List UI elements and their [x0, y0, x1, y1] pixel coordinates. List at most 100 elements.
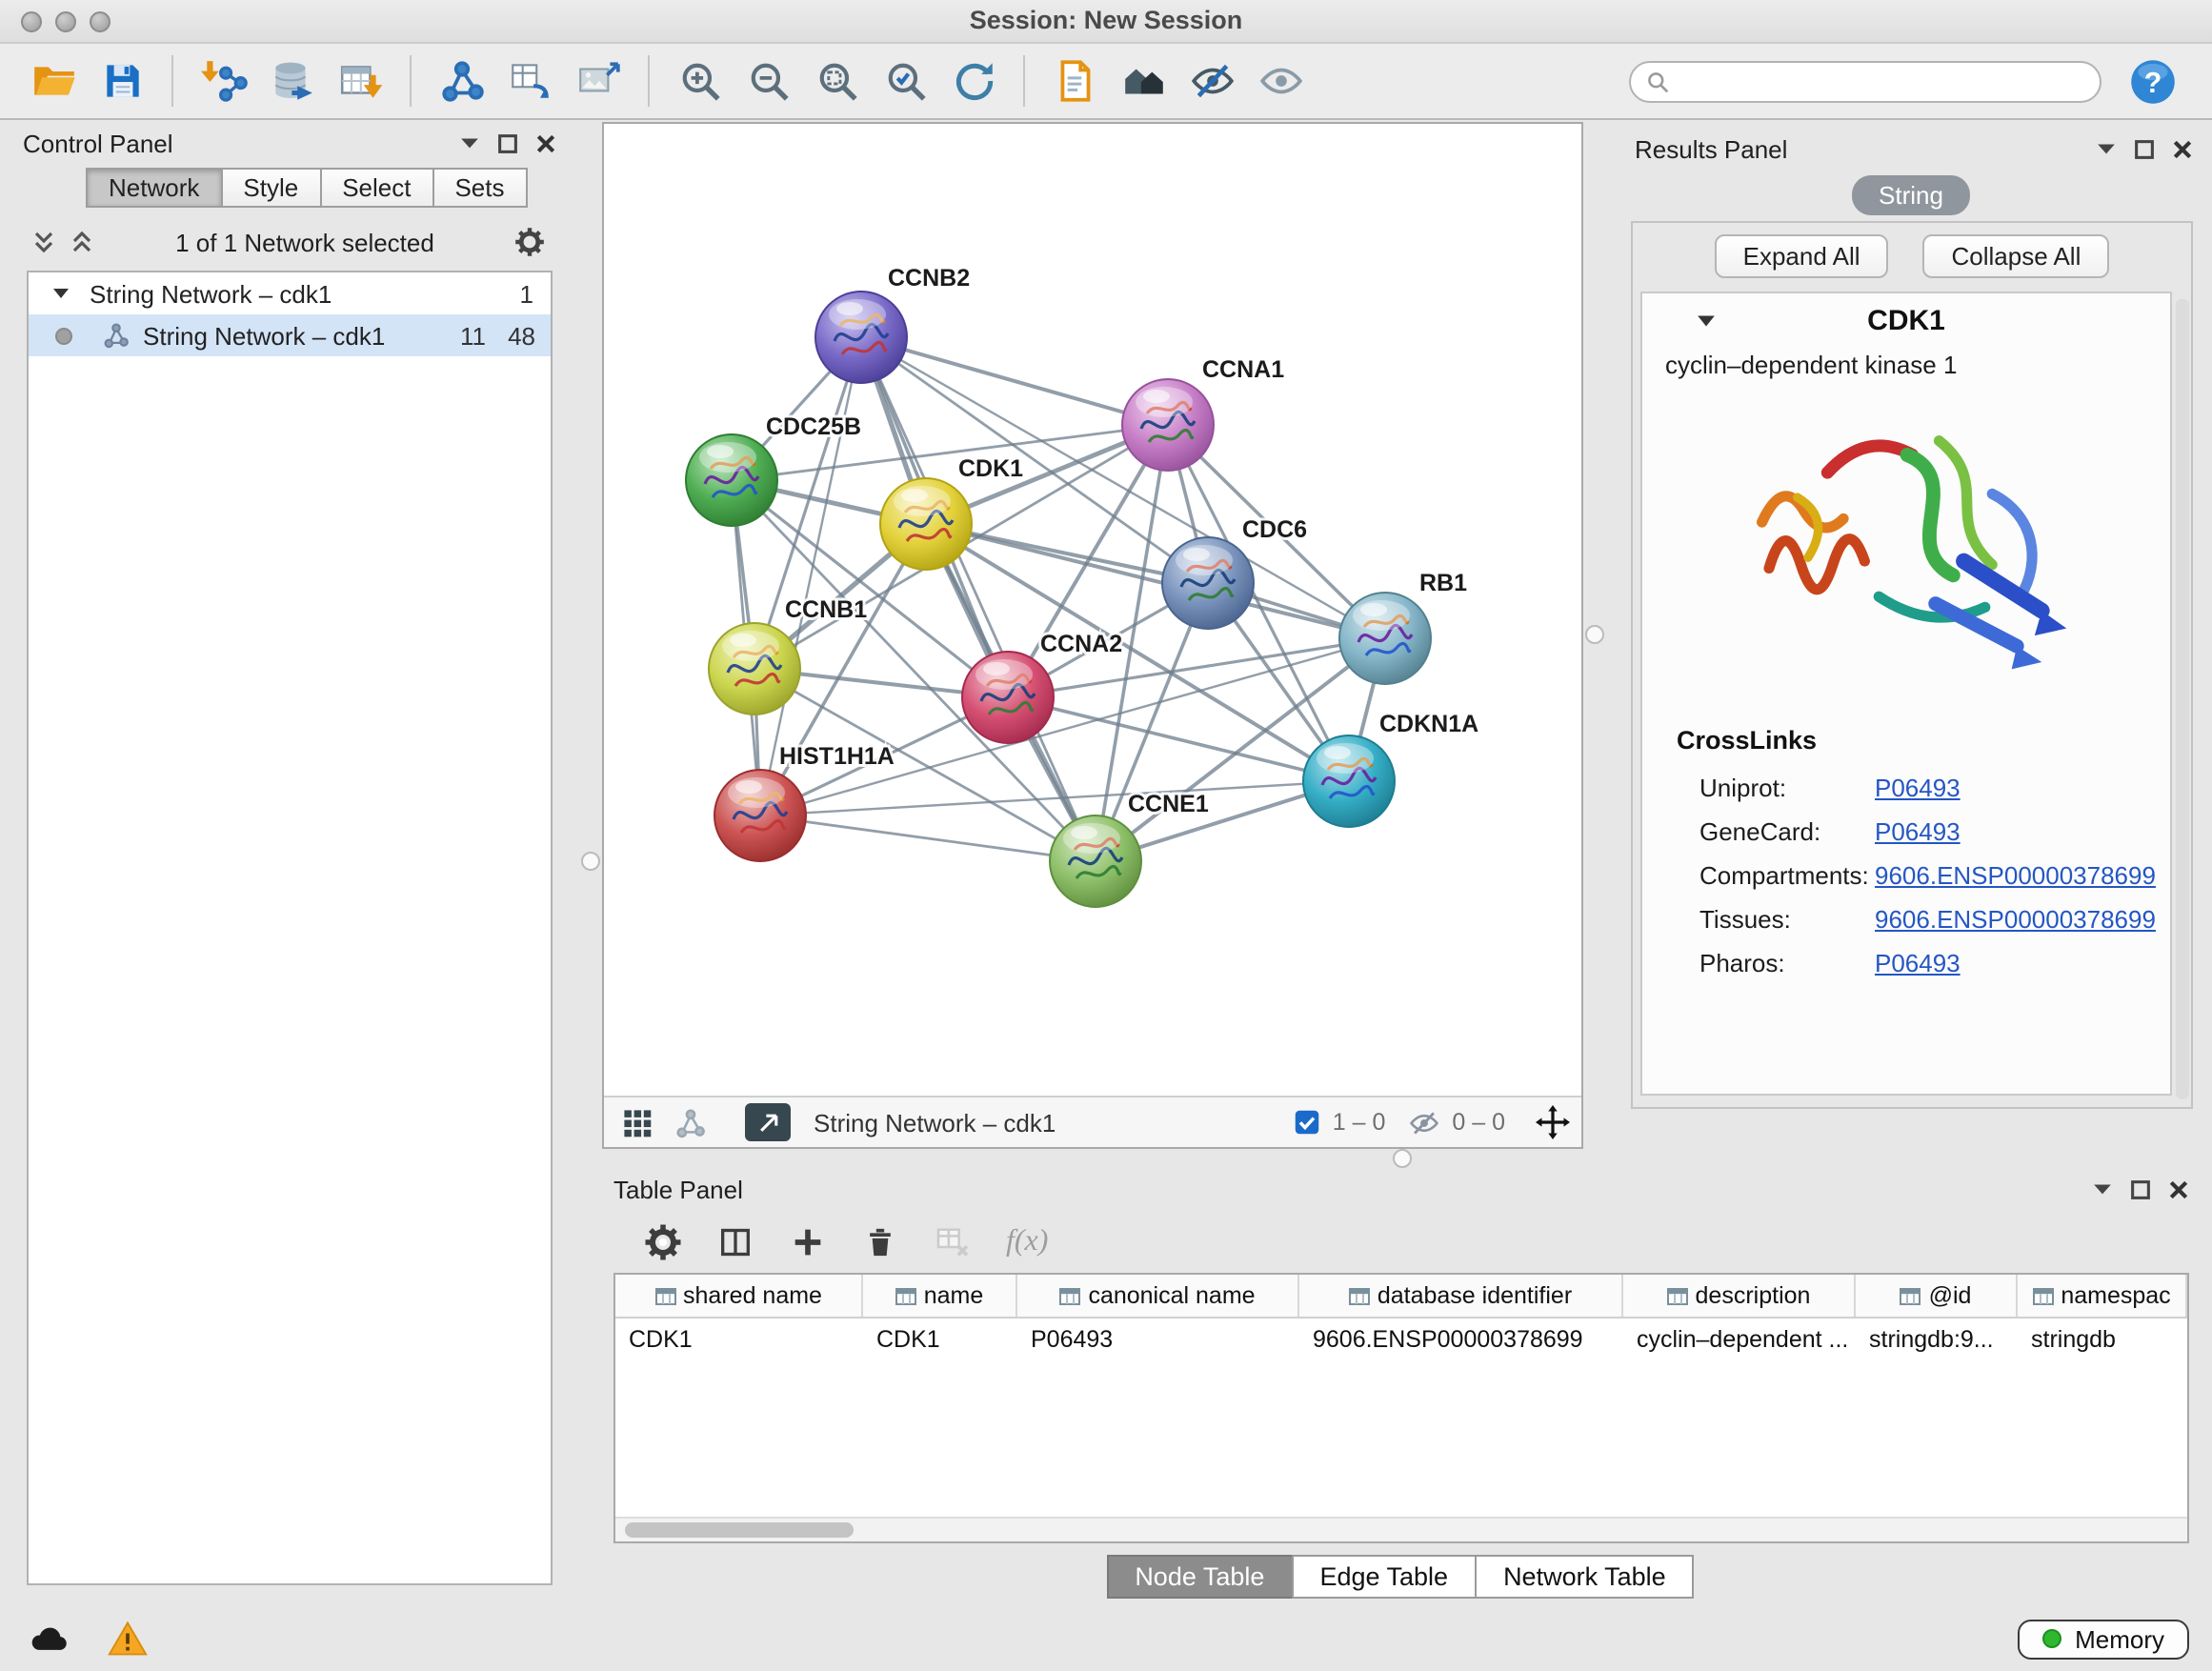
column-header--id[interactable]: @id — [1856, 1275, 2018, 1317]
network-graph[interactable]: CCNB2CCNA1CDC25BCDK1CDC6RB1CCNB1CCNA2CDK… — [604, 124, 1581, 1094]
node-CCNB2[interactable]: CCNB2 — [815, 265, 970, 383]
tab-edge-table[interactable]: Edge Table — [1291, 1555, 1477, 1599]
search-input[interactable] — [1680, 65, 2084, 97]
tab-node-table[interactable]: Node Table — [1106, 1555, 1293, 1599]
column-header-canonical-name[interactable]: canonical name — [1017, 1275, 1299, 1317]
delete-table-icon[interactable] — [934, 1223, 972, 1261]
expand-all-button[interactable]: Expand All — [1715, 234, 1889, 278]
node-HIST1H1A[interactable]: HIST1H1A — [714, 743, 895, 861]
cloud-status-button[interactable] — [23, 1616, 72, 1661]
column-header-shared-name[interactable]: shared name — [615, 1275, 863, 1317]
panel-close-icon[interactable] — [535, 132, 556, 153]
table-cell[interactable]: CDK1 — [615, 1319, 863, 1360]
tab-style[interactable]: Style — [220, 168, 321, 208]
panel-collapse-icon[interactable] — [2092, 1178, 2113, 1199]
node-CCNA1[interactable]: CCNA1 — [1122, 356, 1284, 471]
table-options-gear-icon[interactable] — [644, 1223, 682, 1261]
memory-button[interactable]: Memory — [2018, 1619, 2189, 1659]
results-tab-string[interactable]: String — [1852, 175, 1970, 215]
save-session-button[interactable] — [91, 50, 152, 111]
panel-float-icon[interactable] — [2130, 1178, 2151, 1199]
collapse-all-button[interactable]: Collapse All — [1923, 234, 2110, 278]
function-builder-button[interactable]: f(x) — [1006, 1225, 1048, 1259]
annotations-button[interactable] — [1044, 50, 1105, 111]
import-table-button[interactable] — [330, 50, 391, 111]
home-view-button[interactable] — [1113, 50, 1174, 111]
zoom-in-button[interactable] — [669, 50, 730, 111]
new-network-button[interactable] — [431, 50, 492, 111]
table-cell[interactable]: 9606.ENSP00000378699 — [1299, 1319, 1623, 1360]
column-header-description[interactable]: description — [1623, 1275, 1856, 1317]
hide-selected-button[interactable] — [1181, 50, 1242, 111]
refresh-view-button[interactable] — [943, 50, 1004, 111]
crosslink-link[interactable]: P06493 — [1875, 949, 1961, 977]
network-options-gear-icon[interactable] — [514, 227, 545, 257]
table-cell[interactable]: CDK1 — [863, 1319, 1017, 1360]
network-collection-row[interactable]: String Network – cdk1 1 — [29, 272, 551, 314]
table-row[interactable]: CDK1CDK1P064939606.ENSP00000378699cyclin… — [615, 1319, 2187, 1360]
add-column-icon[interactable] — [789, 1223, 827, 1261]
node-CCNB1[interactable]: CCNB1 — [709, 596, 867, 715]
results-scrollbar[interactable] — [2176, 299, 2189, 1099]
share-network-button[interactable] — [669, 1101, 711, 1143]
clone-network-button[interactable] — [499, 50, 560, 111]
node-CDKN1A[interactable]: CDKN1A — [1303, 711, 1478, 827]
gene-disclosure-icon[interactable] — [1696, 310, 1717, 331]
table-horizontal-scrollbar[interactable] — [615, 1517, 2187, 1541]
edge-CCNE1-HIST1H1A[interactable] — [760, 815, 1096, 861]
panel-float-icon[interactable] — [2134, 138, 2155, 159]
panel-collapse-icon[interactable] — [2096, 138, 2117, 159]
tab-select[interactable]: Select — [319, 168, 433, 208]
column-header-database-identifier[interactable]: database identifier — [1299, 1275, 1623, 1317]
open-in-new-window-button[interactable] — [745, 1103, 791, 1141]
node-RB1[interactable]: RB1 — [1339, 570, 1467, 684]
table-cell[interactable]: stringdb:9... — [1856, 1319, 2018, 1360]
column-header-name[interactable]: name — [863, 1275, 1017, 1317]
export-image-button[interactable] — [568, 50, 629, 111]
scrollbar-thumb[interactable] — [625, 1522, 854, 1538]
node-CDC25B[interactable]: CDC25B — [686, 413, 861, 526]
crosslink-link[interactable]: 9606.ENSP00000378699 — [1875, 861, 2156, 890]
import-network-file-button[interactable] — [192, 50, 253, 111]
help-button[interactable]: ? — [2128, 56, 2178, 106]
crosslink-link[interactable]: P06493 — [1875, 774, 1961, 802]
collapse-all-tree-button[interactable] — [69, 229, 95, 255]
column-header-namespac[interactable]: namespac — [2018, 1275, 2187, 1317]
node-CCNE1[interactable]: CCNE1 — [1050, 791, 1209, 907]
node-CDK1[interactable]: CDK1 — [880, 455, 1023, 570]
delete-column-icon[interactable] — [861, 1223, 899, 1261]
edge-RB1-HIST1H1A[interactable] — [760, 638, 1385, 815]
import-network-database-button[interactable] — [261, 50, 322, 111]
pan-move-icon[interactable] — [1536, 1105, 1570, 1139]
vertical-splitter-handle[interactable] — [1585, 625, 1604, 644]
birds-eye-view-button[interactable] — [615, 1101, 657, 1143]
network-row[interactable]: String Network – cdk1 11 48 — [29, 314, 551, 356]
hidden-eye-slash-icon[interactable] — [1408, 1106, 1440, 1138]
zoom-selected-button[interactable] — [875, 50, 935, 111]
tab-network-table[interactable]: Network Table — [1475, 1555, 1695, 1599]
table-cell[interactable]: cyclin–dependent ... — [1623, 1319, 1856, 1360]
zoom-out-button[interactable] — [737, 50, 798, 111]
crosslink-link[interactable]: P06493 — [1875, 817, 1961, 846]
show-columns-icon[interactable] — [716, 1223, 754, 1261]
panel-close-icon[interactable] — [2168, 1178, 2189, 1199]
panel-collapse-icon[interactable] — [459, 132, 480, 153]
zoom-fit-button[interactable] — [806, 50, 867, 111]
open-session-button[interactable] — [23, 50, 84, 111]
edge-CCNB2-CCNA1[interactable] — [861, 337, 1168, 425]
tab-sets[interactable]: Sets — [432, 168, 527, 208]
horizontal-splitter-handle[interactable] — [1393, 1149, 1412, 1168]
tab-network[interactable]: Network — [86, 168, 222, 208]
edge-CCNB2-CCNE1[interactable] — [861, 337, 1096, 861]
left-splitter-handle[interactable] — [581, 852, 600, 871]
tree-disclosure-icon[interactable] — [51, 284, 70, 303]
table-cell[interactable]: P06493 — [1017, 1319, 1299, 1360]
selected-checkbox-icon[interactable] — [1295, 1109, 1321, 1136]
expand-all-tree-button[interactable] — [30, 229, 57, 255]
warnings-button[interactable] — [103, 1616, 152, 1661]
table-cell[interactable]: stringdb — [2018, 1319, 2187, 1360]
show-all-button[interactable] — [1250, 50, 1311, 111]
crosslink-link[interactable]: 9606.ENSP00000378699 — [1875, 905, 2156, 934]
edge-CDK1-RB1[interactable] — [926, 524, 1385, 638]
panel-close-icon[interactable] — [2172, 138, 2193, 159]
